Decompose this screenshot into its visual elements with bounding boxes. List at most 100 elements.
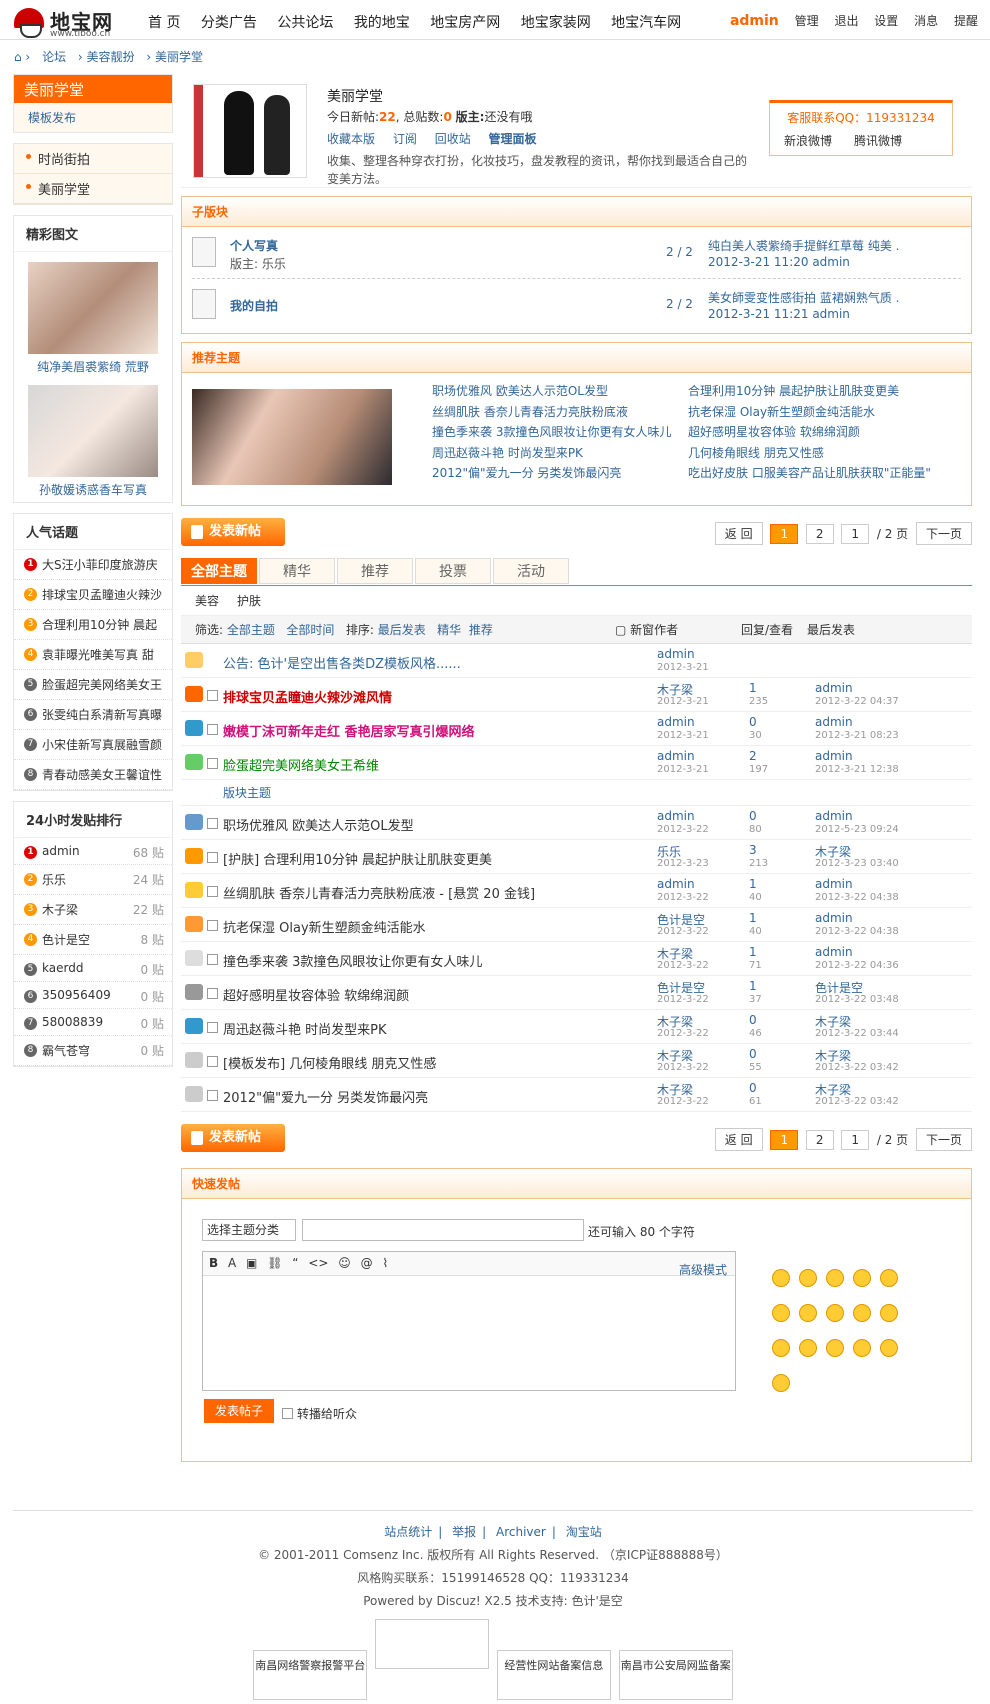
recommend-item[interactable]: 丝绸肌肤 香奈儿青春活力亮肤粉底液: [432, 402, 672, 423]
thread-checkbox[interactable]: [207, 1022, 218, 1033]
thread-checkbox[interactable]: [207, 886, 218, 897]
new-post-button[interactable]: 发表新帖: [181, 518, 285, 546]
quote-icon[interactable]: “: [292, 1256, 298, 1270]
thread-title[interactable]: 抗老保湿 Olay新生塑颜金纯活能水: [223, 917, 426, 936]
smiley-icon[interactable]: [853, 1304, 871, 1322]
table-row[interactable]: 嫩模丁沫可新年走红 香艳居家写真引爆网络 admin 2012-3-21 0 30 adm…: [181, 712, 972, 746]
image-icon[interactable]: ▣: [246, 1256, 257, 1270]
gallery-caption[interactable]: 纯净美眉裘紫绮 荒野: [14, 358, 172, 375]
thread-la[interactable]: admin: [815, 877, 853, 891]
smiley-icon[interactable]: [772, 1269, 790, 1287]
thread-checkbox[interactable]: [207, 1056, 218, 1067]
nav-auto[interactable]: 地宝汽车网: [611, 12, 681, 32]
hot-topic-text[interactable]: 小宋佳新写真展融雪颜: [42, 738, 162, 752]
footer-report-link[interactable]: 举报: [452, 1525, 476, 1539]
new-post-button[interactable]: 发表新帖: [181, 1124, 285, 1152]
recommend-item[interactable]: 撞色季来袭 3款撞色风眼妆让你更有女人味儿: [432, 422, 672, 443]
subforum-row[interactable]: 我的自拍 2 / 2 美女師雯变性感街拍 蓝裙娴熟气质 ... 2012-3-2…: [192, 279, 961, 331]
rank-item[interactable]: 1 admin 68 贴: [14, 838, 172, 865]
smiley-icon[interactable]: [880, 1269, 898, 1287]
hot-topic-item[interactable]: 8 青春动感美女王馨谊性: [14, 760, 172, 790]
tab-digest[interactable]: 精华: [259, 558, 335, 584]
rank-item[interactable]: 2 乐乐 24 贴: [14, 865, 172, 895]
advanced-mode-link[interactable]: 高级模式: [679, 1261, 727, 1278]
footer-stats-link[interactable]: 站点统计: [384, 1525, 432, 1539]
back-button[interactable]: 返 回: [714, 522, 763, 545]
tab-vote[interactable]: 投票: [415, 558, 491, 584]
settings-link[interactable]: 设置: [874, 14, 898, 28]
thread-checkbox[interactable]: [207, 690, 218, 701]
table-row[interactable]: 公告: 色计'是空出售各类DZ模板风格...... admin 2012-3-21: [181, 644, 972, 678]
recommend-item[interactable]: 2012"偏"爱九一分 另类发饰最闪亮: [432, 463, 672, 484]
next-page-button[interactable]: 下一页: [915, 1128, 972, 1151]
thread-title[interactable]: 排球宝贝孟瞳迪火辣沙滩风情: [223, 687, 392, 706]
nav-classified[interactable]: 分类广告: [201, 12, 257, 32]
forum-title[interactable]: 美丽学堂: [14, 75, 172, 103]
table-row[interactable]: 排球宝贝孟瞳迪火辣沙滩风情 木子梁 2012-3-21 1 235 admin 2012-3…: [181, 678, 972, 712]
thread-la[interactable]: admin: [815, 911, 853, 925]
thread-au[interactable]: admin: [657, 877, 695, 891]
page-1[interactable]: 1: [770, 1130, 799, 1150]
thread-title[interactable]: 周迅赵薇斗艳 时尚发型来PK: [223, 1019, 387, 1038]
hot-topic-item[interactable]: 4 袁菲曝光唯美写真 甜: [14, 640, 172, 670]
police-badge[interactable]: 南昌网络警察报警平台: [253, 1650, 368, 1700]
thread-au[interactable]: admin: [657, 809, 695, 823]
post-editor[interactable]: B A ▣ ⛓ “ <> ☺ @ ⌇ 高级模式: [202, 1251, 736, 1391]
nav-decor[interactable]: 地宝家装网: [521, 12, 591, 32]
rank-item[interactable]: 6 350956409 0 贴: [14, 982, 172, 1009]
hot-topic-text[interactable]: 合理利用10分钟 晨起: [42, 618, 157, 632]
hot-topic-item[interactable]: 6 张雯纯白系清新写真曝: [14, 700, 172, 730]
thread-title[interactable]: 脸蛋超完美网络美女王希维: [223, 755, 379, 774]
code-icon[interactable]: <>: [308, 1256, 328, 1270]
tab-activity[interactable]: 活动: [493, 558, 569, 584]
hot-topic-item[interactable]: 3 合理利用10分钟 晨起: [14, 610, 172, 640]
page-2[interactable]: 2: [805, 1130, 834, 1150]
hot-topic-item[interactable]: 1 大S汪小菲印度旅游庆: [14, 550, 172, 580]
notice-link[interactable]: 提醒: [954, 14, 978, 28]
subscribe-button[interactable]: 订阅: [393, 132, 417, 146]
smiley-icon[interactable]: [826, 1304, 844, 1322]
thread-checkbox[interactable]: [207, 818, 218, 829]
recommend-item[interactable]: 超好感明星妆容体验 软绵绵润颜: [688, 422, 958, 443]
tencent-weibo-link[interactable]: 腾讯微博: [854, 134, 902, 148]
thread-la[interactable]: admin: [815, 681, 853, 695]
crumb-current[interactable]: 美丽学堂: [155, 50, 203, 64]
manage-panel-button[interactable]: 管理面板: [489, 132, 537, 146]
forum-sub[interactable]: 模板发布: [14, 103, 172, 132]
hot-topic-text[interactable]: 张雯纯白系清新写真曝: [42, 708, 162, 722]
rank-name[interactable]: 58008839: [42, 1015, 103, 1029]
smiley-icon[interactable]: [772, 1304, 790, 1322]
cat-beauty[interactable]: 美容: [195, 594, 219, 608]
favorite-button[interactable]: 收藏本版: [327, 132, 375, 146]
next-page-button[interactable]: 下一页: [915, 522, 972, 545]
submit-post-button[interactable]: 发表帖子: [204, 1399, 274, 1423]
relay-checkbox[interactable]: 转播给听众: [282, 1405, 357, 1422]
cat-skincare[interactable]: 护肤: [237, 594, 261, 608]
menu-item[interactable]: 美丽学堂: [14, 174, 172, 204]
page-input[interactable]: 1: [841, 1130, 870, 1150]
thread-checkbox[interactable]: [207, 954, 218, 965]
thread-title[interactable]: 嫩模丁沫可新年走红 香艳居家写真引爆网络: [223, 721, 475, 740]
hot-topic-item[interactable]: 5 脸蛋超完美网络美女王: [14, 670, 172, 700]
gallery-caption[interactable]: 孙敬媛诱惑香车写真: [14, 481, 172, 498]
message-link[interactable]: 消息: [914, 14, 938, 28]
smiley-icon[interactable]: [853, 1269, 871, 1287]
tab-all[interactable]: 全部主题: [181, 558, 257, 584]
smiley-icon[interactable]: [826, 1339, 844, 1357]
link-icon[interactable]: ⛓: [267, 1256, 282, 1270]
smiley-icon[interactable]: [799, 1304, 817, 1322]
table-row[interactable]: 2012"偏"爱九一分 另类发饰最闪亮 木子梁 2012-3-22 0 61 木子梁 201…: [181, 1078, 972, 1112]
recommend-item[interactable]: 抗老保湿 Olay新生塑颜金纯活能水: [688, 402, 958, 423]
at-icon[interactable]: @: [361, 1256, 373, 1270]
filter-all[interactable]: 全部主题: [227, 623, 275, 637]
menu-item[interactable]: 时尚街拍: [14, 144, 172, 174]
username[interactable]: admin: [730, 13, 779, 29]
hot-topic-text[interactable]: 脸蛋超完美网络美女王: [42, 678, 162, 692]
smiley-icon[interactable]: [799, 1339, 817, 1357]
table-row[interactable]: 抗老保湿 Olay新生塑颜金纯活能水 色计是空 2012-3-22 1 40 admin 2…: [181, 908, 972, 942]
table-row[interactable]: 周迅赵薇斗艳 时尚发型来PK 木子梁 2012-3-22 0 46 木子梁 2012-3-2…: [181, 1010, 972, 1044]
rank-item[interactable]: 8 霸气苍穹 0 贴: [14, 1036, 172, 1066]
sort-latest[interactable]: 最后发表: [378, 623, 426, 637]
hot-topic-text[interactable]: 排球宝贝孟瞳迪火辣沙: [42, 588, 162, 602]
hot-topic-text[interactable]: 青春动感美女王馨谊性: [42, 768, 162, 782]
